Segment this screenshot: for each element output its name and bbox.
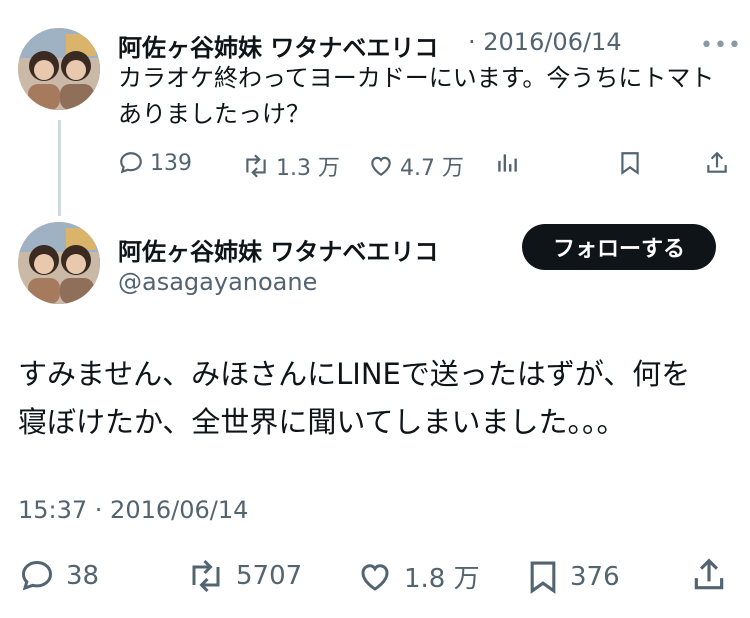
retweet-count: 1.3 万 [276,156,340,181]
main-tweet-line-1: すみません、みほさんにLINEで送ったはずが、何を [18,357,691,391]
reply-button[interactable]: 139 [118,150,192,176]
bookmark-icon [621,152,639,175]
like-icon [361,563,389,591]
avatar[interactable] [18,222,100,304]
share-icon [694,558,724,590]
tweet-timestamp[interactable]: 15:37 · 2016/06/14 [18,496,248,524]
bookmark-button[interactable]: 376 [526,558,620,596]
follow-button[interactable]: フォローする [522,224,716,270]
bookmark-icon [530,561,556,594]
like-count: 1.8 万 [404,564,480,594]
share-button[interactable] [690,556,728,594]
retweet-button[interactable]: 5707 [186,558,302,594]
share-icon [707,151,727,173]
like-count: 4.7 万 [400,156,464,181]
main-tweet-line-2: 寝ぼけたか、全世界に聞いてしまいました。。。 [18,405,626,439]
reply-count: 38 [66,561,100,591]
author-name[interactable]: 阿佐ヶ谷姉妹 ワタナベエリコ [118,28,438,63]
reply-icon [21,560,53,591]
tweet-date[interactable]: · 2016/06/14 [468,28,622,56]
author-name[interactable]: 阿佐ヶ谷姉妹 ワタナベエリコ [118,232,438,267]
like-button[interactable]: 4.7 万 [368,150,464,182]
more-options-icon[interactable]: ••• [700,33,742,58]
share-button[interactable] [704,150,730,176]
reply-button[interactable]: 38 [18,558,99,594]
retweet-icon [246,154,266,178]
retweet-icon [192,559,220,593]
views-icon [498,154,517,172]
reply-tweet-text: カラオケ終わってヨーカドーにいます。今うちにトマトありましたっけ？ [118,64,715,128]
main-tweet-text: すみません、みほさんにLINEで送ったはずが、何を 寝ぼけたか、全世界に聞いてし… [18,350,733,446]
like-button[interactable]: 1.8 万 [356,558,480,595]
like-icon [371,156,391,176]
reply-count: 139 [150,150,192,176]
author-handle[interactable]: @asagayanoane [118,268,317,296]
bookmark-count: 376 [570,562,620,592]
retweet-button[interactable]: 1.3 万 [242,150,340,182]
thread-line [58,120,61,216]
avatar[interactable] [18,28,100,110]
reply-icon [120,152,142,174]
retweet-count: 5707 [236,561,303,591]
bookmark-button[interactable] [618,150,642,176]
views-button[interactable] [494,150,520,176]
